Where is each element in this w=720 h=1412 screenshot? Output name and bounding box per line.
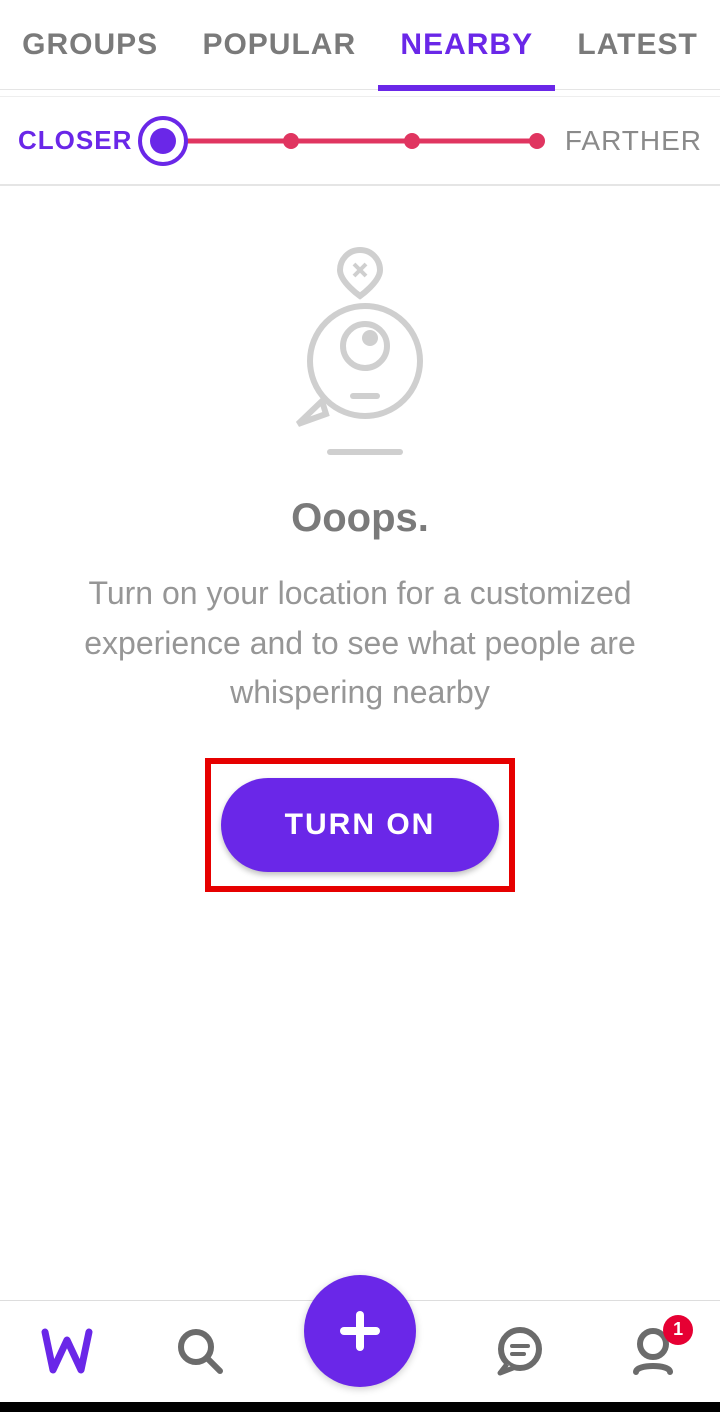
tab-latest[interactable]: LATEST [565, 0, 709, 90]
nav-search[interactable] [170, 1321, 230, 1381]
notification-badge: 1 [663, 1315, 693, 1345]
slider-step-dot [283, 133, 299, 149]
nav-add[interactable] [304, 1275, 416, 1387]
empty-body: Turn on your location for a customized e… [0, 569, 720, 718]
distance-slider-bar: CLOSER FARTHER [0, 96, 720, 186]
farther-label: FARTHER [565, 125, 702, 157]
highlight-box: TURN ON [205, 758, 516, 892]
empty-state: Ooops. Turn on your location for a custo… [0, 186, 720, 892]
bottom-edge [0, 1402, 720, 1412]
tab-nearby[interactable]: NEARBY [388, 0, 545, 90]
turn-on-button[interactable]: TURN ON [221, 778, 500, 872]
closer-label: CLOSER [18, 125, 132, 156]
slider-handle-inner [150, 128, 176, 154]
nav-chat[interactable] [490, 1321, 550, 1381]
top-tabs: GROUPS POPULAR NEARBY LATEST [0, 0, 720, 90]
tab-groups[interactable]: GROUPS [10, 0, 170, 90]
bottom-nav: 1 [0, 1300, 720, 1400]
plus-icon [338, 1309, 382, 1353]
nav-home[interactable] [37, 1321, 97, 1381]
search-icon [176, 1327, 224, 1375]
whisper-logo-icon [39, 1326, 95, 1376]
location-off-illustration-icon [280, 246, 440, 456]
slider-step-dot [404, 133, 420, 149]
slider-handle[interactable] [138, 116, 188, 166]
empty-illustration [0, 246, 720, 456]
empty-title: Ooops. [0, 496, 720, 541]
slider-step-dot [529, 133, 545, 149]
nav-profile[interactable]: 1 [623, 1321, 683, 1381]
distance-slider[interactable] [138, 116, 540, 166]
tab-popular[interactable]: POPULAR [190, 0, 368, 90]
chat-icon [495, 1326, 545, 1376]
slider-line [166, 138, 540, 143]
